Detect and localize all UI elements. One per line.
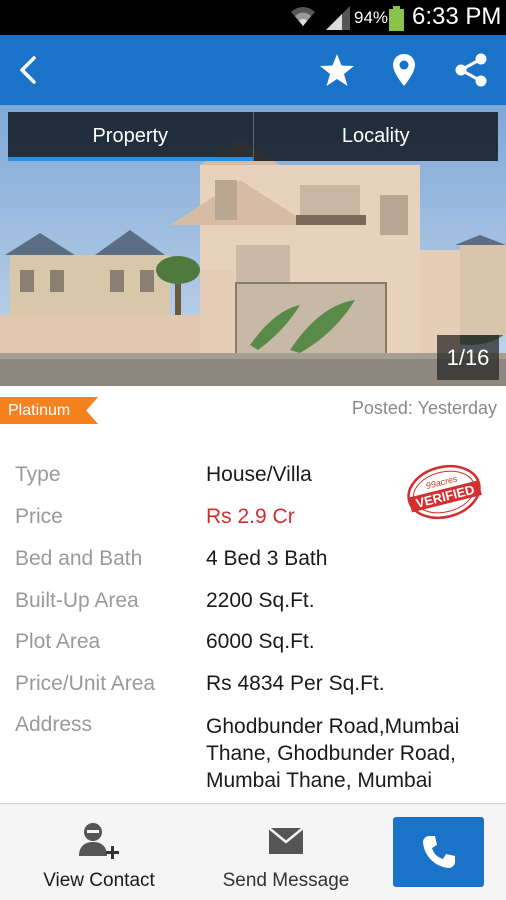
shortlist-button[interactable] bbox=[309, 35, 365, 105]
tab-property[interactable]: Property bbox=[8, 112, 253, 161]
back-arrow-icon bbox=[20, 56, 36, 84]
tab-locality[interactable]: Locality bbox=[252, 112, 499, 161]
envelope-icon bbox=[269, 828, 303, 854]
detail-label: Bed and Bath bbox=[15, 547, 143, 570]
detail-value: 6000 Sq.Ft. bbox=[206, 630, 315, 653]
share-icon bbox=[455, 53, 487, 87]
status-bar: 94% 6:33 PM bbox=[0, 0, 506, 35]
view-contact-button[interactable]: View Contact bbox=[30, 804, 168, 900]
send-message-button[interactable]: Send Message bbox=[210, 804, 362, 900]
signal-icon bbox=[326, 6, 350, 30]
share-button[interactable] bbox=[443, 35, 499, 105]
app-bar bbox=[0, 35, 506, 105]
detail-label: Price bbox=[15, 505, 63, 528]
gallery-tabs: Property Locality bbox=[8, 112, 498, 161]
detail-label: Type bbox=[15, 463, 61, 486]
phone-icon bbox=[422, 836, 455, 868]
detail-value: Rs 4834 Per Sq.Ft. bbox=[206, 672, 385, 695]
detail-label: Price/Unit Area bbox=[15, 672, 156, 695]
clock: 6:33 PM bbox=[412, 3, 502, 30]
send-message-label: Send Message bbox=[222, 870, 350, 891]
view-contact-label: View Contact bbox=[43, 870, 155, 891]
wifi-icon bbox=[291, 7, 315, 26]
verified-stamp-icon: 99acres VERIFIED bbox=[407, 464, 482, 520]
address-value: Ghodbunder Road,Mumbai Thane, Ghodbunder… bbox=[206, 715, 460, 792]
battery-icon bbox=[389, 6, 404, 31]
platinum-badge: Platinum bbox=[0, 397, 98, 424]
detail-value: 4 Bed 3 Bath bbox=[206, 547, 328, 570]
detail-label: Plot Area bbox=[15, 630, 101, 653]
back-button[interactable] bbox=[0, 35, 56, 105]
battery-percent: 94% bbox=[354, 8, 389, 27]
detail-value: 2200 Sq.Ft. bbox=[206, 589, 315, 612]
map-button[interactable] bbox=[376, 35, 432, 105]
add-contact-icon bbox=[79, 823, 119, 859]
location-pin-icon bbox=[393, 54, 415, 86]
detail-label: Address bbox=[15, 713, 93, 736]
price-value: Rs 2.9 Cr bbox=[206, 505, 295, 528]
detail-label: Built-Up Area bbox=[15, 589, 139, 612]
photo-counter: 1/16 bbox=[437, 335, 499, 380]
call-button[interactable] bbox=[393, 817, 484, 887]
detail-value: House/Villa bbox=[206, 463, 312, 486]
star-icon bbox=[320, 54, 354, 86]
bottom-action-bar: View Contact Send Message bbox=[0, 803, 506, 900]
property-photo-gallery[interactable]: Property Locality 1/16 bbox=[0, 105, 506, 386]
posted-date: Posted: Yesterday bbox=[351, 398, 497, 418]
